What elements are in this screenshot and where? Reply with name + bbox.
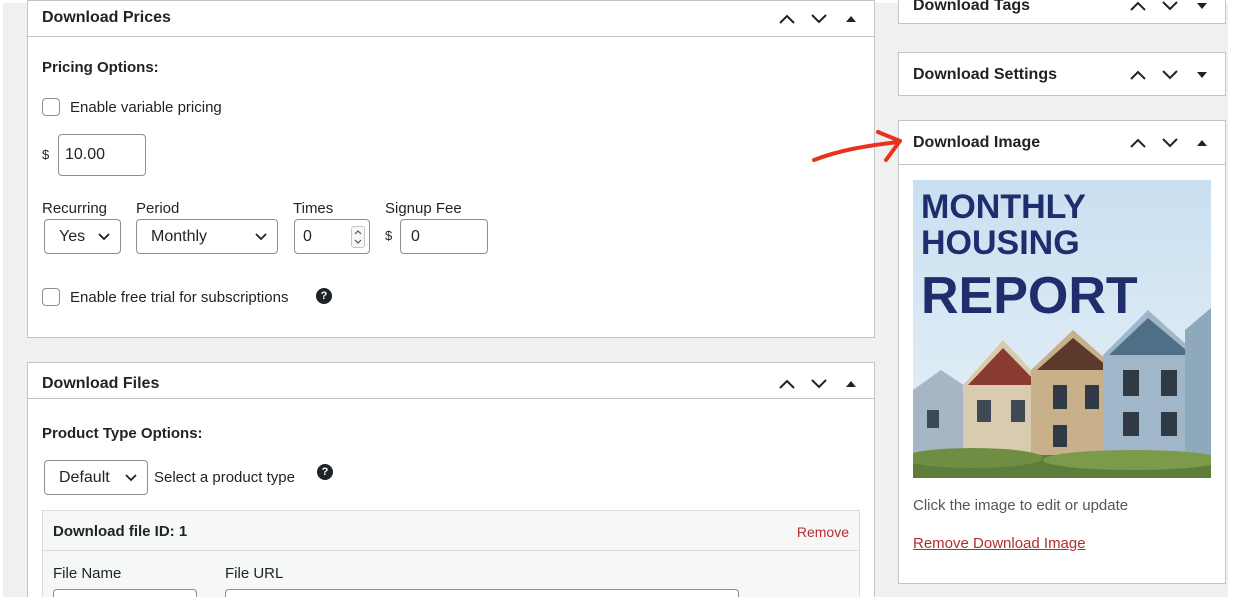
panel-controls	[776, 375, 862, 393]
chevron-down-icon[interactable]	[1159, 66, 1181, 84]
download-settings-title: Download Settings	[913, 66, 1057, 83]
red-arrow-icon	[812, 130, 902, 162]
download-prices-title: Download Prices	[42, 9, 171, 26]
file-name-label: File Name	[53, 565, 122, 582]
download-image-thumbnail[interactable]: MONTHLY HOUSING REPORT	[913, 180, 1211, 478]
image-title-line1: MONTHLY	[921, 188, 1086, 226]
triangle-up-icon[interactable]	[840, 10, 862, 28]
free-trial-checkbox[interactable]	[42, 288, 60, 306]
help-icon[interactable]: ?	[316, 288, 332, 304]
pricing-options-label: Pricing Options:	[42, 59, 159, 76]
remove-download-image-link[interactable]: Remove Download Image	[913, 535, 1086, 552]
download-settings-panel: Download Settings	[898, 52, 1226, 96]
panel-controls	[776, 10, 862, 28]
download-files-header: Download Files	[28, 363, 874, 399]
frame-right	[1228, 0, 1240, 600]
triangle-up-icon[interactable]	[840, 375, 862, 393]
chevron-up-icon[interactable]	[1127, 66, 1149, 84]
file-id-label: Download file ID: 1	[53, 523, 188, 540]
recurring-select-value: Yes	[59, 227, 86, 245]
times-stepper[interactable]: 0	[294, 219, 370, 254]
times-value: 0	[303, 227, 312, 245]
download-file-row: Download file ID: 1 Remove File Name Fil…	[42, 510, 860, 600]
file-url-label: File URL	[225, 565, 284, 582]
chevron-up-icon[interactable]	[776, 375, 798, 393]
recurring-select[interactable]: Yes	[44, 219, 121, 254]
panel-controls	[1127, 134, 1213, 152]
signup-fee-label: Signup Fee	[385, 200, 462, 217]
download-files-title: Download Files	[42, 375, 160, 392]
product-type-value: Default	[59, 468, 110, 486]
recurring-label: Recurring	[42, 200, 108, 217]
stepper-arrows[interactable]	[351, 226, 365, 248]
file-row-header: Download file ID: 1 Remove	[43, 511, 859, 551]
chevron-up-icon[interactable]	[1127, 0, 1149, 15]
download-tags-panel: Download Tags	[898, 0, 1226, 24]
image-title-line2: HOUSING	[921, 224, 1080, 262]
help-icon[interactable]: ?	[317, 464, 333, 480]
image-title-line3: REPORT	[921, 267, 1138, 325]
chevron-down-icon[interactable]	[1159, 0, 1181, 15]
panel-controls	[1127, 66, 1213, 84]
price-input-value: 10.00	[65, 146, 106, 163]
variable-pricing-label: Enable variable pricing	[70, 99, 222, 116]
triangle-up-icon[interactable]	[1191, 134, 1213, 152]
chevron-down-icon	[125, 469, 137, 487]
download-image-title: Download Image	[913, 134, 1041, 151]
variable-pricing-checkbox[interactable]	[42, 98, 60, 116]
download-image-panel: Download Image MONTHLY HOUSING REPORT Cl…	[898, 120, 1226, 584]
download-files-panel: Download Files Product Type Options: Def…	[27, 362, 875, 600]
signup-fee-currency: $	[385, 228, 393, 243]
panel-controls	[1127, 0, 1213, 15]
price-currency-symbol: $	[42, 147, 50, 162]
download-image-header: Download Image	[899, 121, 1225, 165]
remove-file-link[interactable]: Remove	[797, 524, 849, 540]
chevron-down-icon[interactable]	[1159, 134, 1181, 152]
chevron-down-icon	[98, 228, 110, 246]
times-label: Times	[293, 200, 334, 217]
triangle-down-icon[interactable]	[1191, 66, 1213, 84]
price-input[interactable]: 10.00	[58, 134, 146, 176]
signup-fee-value: 0	[411, 227, 420, 245]
product-type-select[interactable]: Default	[44, 460, 148, 495]
download-prices-header: Download Prices	[28, 1, 874, 37]
chevron-up-icon[interactable]	[1127, 134, 1149, 152]
download-tags-title: Download Tags	[913, 0, 1031, 14]
chevron-down-icon	[255, 228, 267, 246]
frame-left	[0, 0, 3, 600]
period-label: Period	[136, 200, 180, 217]
product-type-hint: Select a product type	[154, 469, 295, 486]
download-prices-panel: Download Prices Pricing Options: Enable …	[27, 0, 875, 338]
period-select-value: Monthly	[151, 227, 208, 245]
chevron-up-icon[interactable]	[776, 10, 798, 28]
period-select[interactable]: Monthly	[136, 219, 278, 254]
signup-fee-input[interactable]: 0	[400, 219, 488, 254]
chevron-down-icon[interactable]	[808, 10, 830, 28]
chevron-down-icon[interactable]	[808, 375, 830, 393]
triangle-down-icon[interactable]	[1191, 0, 1213, 15]
image-caption: Click the image to edit or update	[913, 497, 1129, 514]
free-trial-label: Enable free trial for subscriptions	[70, 289, 289, 306]
product-type-options-label: Product Type Options:	[42, 425, 203, 442]
